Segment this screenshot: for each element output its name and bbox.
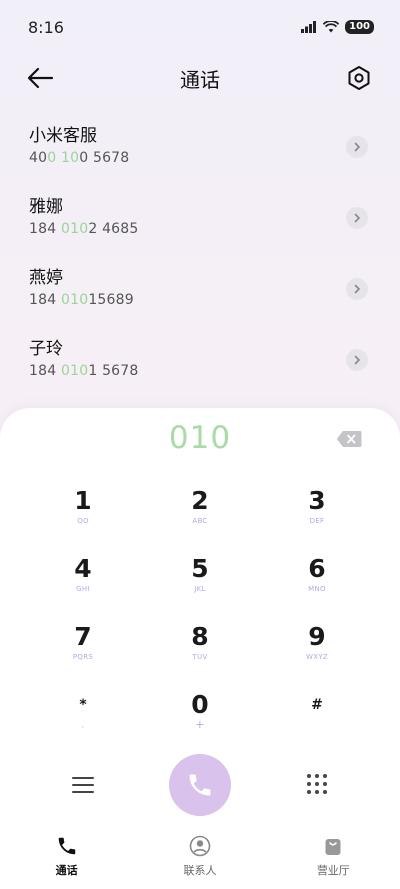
dialer-actions	[0, 754, 400, 818]
contact-name: 雅娜	[29, 197, 63, 217]
tab-bar: 通话 联系人 营业厅	[0, 828, 400, 889]
key-4[interactable]: 4 GHI	[28, 554, 138, 614]
key-hash[interactable]: #	[262, 690, 372, 750]
backspace-icon[interactable]	[336, 430, 362, 448]
status-icons: 100	[301, 20, 374, 34]
tab-calls[interactable]: 通话	[7, 828, 127, 889]
settings-icon[interactable]	[346, 65, 372, 91]
contact-name: 子玲	[29, 339, 63, 359]
contact-number: 184 01015689	[29, 292, 134, 308]
key-1[interactable]: 1 QO	[28, 486, 138, 546]
list-item[interactable]: 子玲 184 0101 5678	[0, 333, 400, 404]
key-2[interactable]: 2 ABC	[145, 486, 255, 546]
list-item[interactable]: 燕婷 184 01015689	[0, 262, 400, 333]
tab-contacts[interactable]: 联系人	[140, 828, 260, 889]
key-8[interactable]: 8 TUV	[145, 622, 255, 682]
key-7[interactable]: 7 PQRS	[28, 622, 138, 682]
tab-label: 营业厅	[316, 864, 350, 877]
key-5[interactable]: 5 JKL	[145, 554, 255, 614]
key-9[interactable]: 9 WXYZ	[262, 622, 372, 682]
dialer-panel: 010 1 QO 2 ABC 3 DEF 4 GHI 5 JKL 6 MNO 7…	[0, 408, 400, 828]
back-arrow-icon[interactable]	[26, 65, 56, 91]
call-button[interactable]	[169, 754, 231, 816]
chevron-right-icon[interactable]	[346, 349, 368, 371]
list-item[interactable]: 小米客服 400 100 5678	[0, 120, 400, 191]
list-item[interactable]: 雅娜 184 0102 4685	[0, 191, 400, 262]
chevron-right-icon[interactable]	[346, 207, 368, 229]
tab-label: 联系人	[183, 864, 217, 877]
header: 通话	[0, 58, 400, 98]
key-6[interactable]: 6 MNO	[262, 554, 372, 614]
battery-icon: 100	[345, 20, 374, 34]
dialpad-grid-icon[interactable]	[305, 772, 329, 796]
key-3[interactable]: 3 DEF	[262, 486, 372, 546]
page-title: 通话	[180, 67, 220, 92]
phone-icon	[58, 837, 75, 855]
phone-icon	[189, 774, 211, 796]
contact-list: 小米客服 400 100 5678 雅娜 184 0102 4685 燕婷 18…	[0, 120, 400, 404]
contact-number: 400 100 5678	[29, 150, 130, 166]
bag-icon	[325, 839, 341, 855]
contact-name: 燕婷	[29, 268, 63, 288]
contact-number: 184 0101 5678	[29, 363, 139, 379]
key-star[interactable]: * ,	[28, 690, 138, 750]
chevron-right-icon[interactable]	[346, 278, 368, 300]
tab-label: 通话	[55, 864, 78, 877]
contact-number: 184 0102 4685	[29, 221, 139, 237]
status-bar: 8:16 100	[0, 0, 400, 56]
contact-name: 小米客服	[29, 126, 97, 146]
signal-icon	[301, 21, 317, 33]
chevron-right-icon[interactable]	[346, 136, 368, 158]
menu-icon[interactable]	[70, 774, 96, 796]
key-0[interactable]: 0 +	[145, 690, 255, 750]
status-time: 8:16	[28, 18, 64, 37]
tab-store[interactable]: 营业厅	[273, 828, 393, 889]
wifi-icon	[323, 21, 340, 33]
person-icon	[189, 835, 211, 857]
